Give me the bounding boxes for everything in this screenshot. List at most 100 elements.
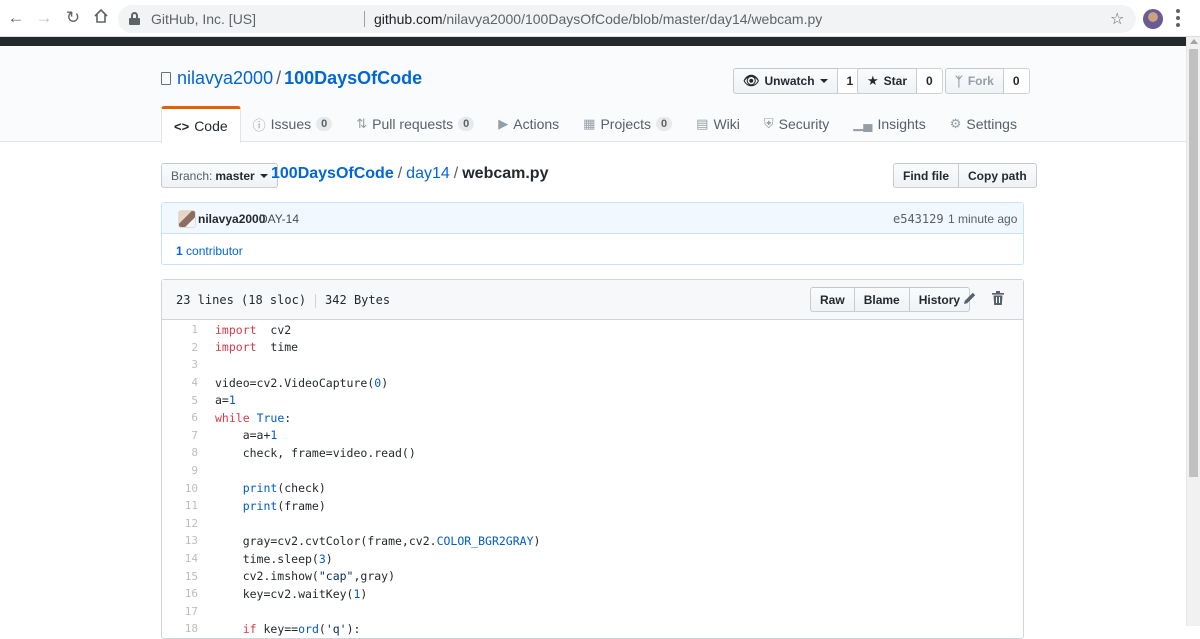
fork-count[interactable]: 0	[1003, 68, 1030, 94]
repo-owner-link[interactable]: nilavya2000	[177, 68, 273, 88]
pencil-icon[interactable]	[963, 291, 979, 307]
line-number[interactable]: 15	[162, 570, 198, 583]
line-number[interactable]: 7	[162, 429, 198, 442]
pull-request-icon: ⇅	[356, 116, 368, 131]
watch-group: 👁 Unwatch 1	[733, 68, 864, 94]
line-content: time.sleep(3)	[215, 551, 333, 566]
code-line: 9	[162, 462, 1023, 480]
github-header-bar	[0, 37, 1186, 46]
line-content: print(frame)	[215, 498, 326, 513]
tab-projects[interactable]: ▦ Projects 0	[571, 106, 684, 142]
code-line: 3	[162, 356, 1023, 374]
tab-insights[interactable]: ▁▄ Insights	[841, 106, 937, 142]
issues-count: 0	[316, 117, 333, 131]
branch-select-button[interactable]: Branch: master	[161, 163, 278, 188]
line-number[interactable]: 13	[162, 534, 198, 547]
line-number[interactable]: 5	[162, 394, 198, 407]
star-button[interactable]: ★ Star	[857, 68, 917, 94]
repo-nav: <> Code ⓘ Issues 0 ⇅ Pull requests 0 ▶ Actions…	[161, 106, 1029, 143]
fork-button[interactable]: ᛉ Fork	[945, 68, 1004, 94]
gear-icon: ⚙	[949, 116, 962, 131]
code-line: 11 print(frame)	[162, 497, 1023, 515]
line-content: print(check)	[215, 481, 326, 496]
tab-security[interactable]: ⛨ Security	[752, 106, 841, 142]
commit-message[interactable]: DAY-14	[259, 212, 299, 226]
line-content: a=a+1	[215, 428, 278, 443]
blame-button[interactable]: Blame	[854, 287, 910, 312]
profile-avatar[interactable]	[1143, 9, 1163, 29]
copy-path-button[interactable]: Copy path	[959, 163, 1037, 188]
commit-sha-link[interactable]: e543129	[893, 212, 944, 226]
fork-group: ᛉ Fork 0	[945, 68, 1030, 94]
commit-author-link[interactable]: nilavya2000	[198, 212, 265, 226]
trash-icon[interactable]	[992, 291, 1008, 307]
file-info: 23 lines (18 sloc) 342 Bytes	[176, 293, 390, 308]
line-number[interactable]: 3	[162, 358, 198, 371]
tab-pull-requests[interactable]: ⇅ Pull requests 0	[344, 106, 486, 142]
tab-issues[interactable]: ⓘ Issues 0	[241, 106, 345, 142]
code-line: 13 gray=cv2.cvtColor(frame,cv2.COLOR_BGR…	[162, 532, 1023, 550]
line-number[interactable]: 2	[162, 341, 198, 354]
url-text: github.com/nilavya2000/100DaysOfCode/blo…	[374, 11, 823, 27]
forward-arrow-icon[interactable]: →	[34, 8, 54, 28]
issue-icon: ⓘ	[252, 117, 266, 133]
code-view: 1 import cv2 2 import time 3 4 video=cv2.Video…	[162, 321, 1023, 638]
line-number[interactable]: 8	[162, 446, 198, 459]
file-viewer: 23 lines (18 sloc) 342 Bytes Raw Blame Hi…	[161, 279, 1024, 639]
find-file-button[interactable]: Find file	[893, 163, 959, 188]
line-number[interactable]: 1	[162, 323, 198, 336]
repo-name-link[interactable]: 100DaysOfCode	[284, 68, 422, 88]
reload-icon[interactable]: ↻	[63, 8, 83, 28]
code-line: 18 if key==ord('q'):	[162, 620, 1023, 638]
line-number[interactable]: 10	[162, 482, 198, 495]
history-button[interactable]: History	[909, 287, 971, 312]
line-number[interactable]: 9	[162, 464, 198, 477]
tab-code[interactable]: <> Code	[161, 106, 241, 143]
fork-icon: ᛉ	[955, 73, 963, 89]
tab-settings[interactable]: ⚙ Settings	[938, 106, 1029, 142]
repo-title: nilavya2000/100DaysOfCode	[177, 68, 423, 88]
line-number[interactable]: 16	[162, 587, 198, 600]
projects-count: 0	[656, 117, 673, 131]
star-count[interactable]: 0	[917, 68, 943, 94]
code-icon: <>	[174, 118, 190, 134]
line-number[interactable]: 14	[162, 552, 198, 565]
commit-time: 1 minute ago	[948, 212, 1018, 226]
tab-wiki[interactable]: ▤ Wiki	[684, 106, 752, 142]
unwatch-button[interactable]: 👁 Unwatch	[733, 68, 838, 94]
line-number[interactable]: 17	[162, 605, 198, 618]
repo-header: nilavya2000/100DaysOfCode 👁 Unwatch 1 ★ St…	[0, 46, 1186, 143]
project-icon: ▦	[583, 116, 596, 131]
lock-icon	[129, 12, 140, 25]
branch-name: master	[215, 168, 255, 183]
raw-button[interactable]: Raw	[810, 287, 855, 312]
code-line: 1 import cv2	[162, 321, 1023, 339]
line-content: check, frame=video.read()	[215, 445, 416, 460]
commit-tease: nilavya2000 DAY-14 e543129 1 minute ago …	[161, 202, 1024, 265]
browser-menu-icon[interactable]	[1176, 9, 1180, 27]
scroll-up-icon[interactable]	[1190, 39, 1198, 44]
home-icon[interactable]	[91, 8, 111, 28]
bookmark-star-icon[interactable]: ☆	[1110, 9, 1124, 29]
line-number[interactable]: 11	[162, 499, 198, 512]
code-line: 8 check, frame=video.read()	[162, 444, 1023, 462]
address-bar[interactable]: GitHub, Inc. [US] github.com/nilavya2000…	[118, 5, 1136, 33]
site-identity: GitHub, Inc. [US]	[151, 11, 257, 27]
line-number[interactable]: 6	[162, 411, 198, 424]
tab-actions[interactable]: ▶ Actions	[486, 106, 571, 142]
scroll-thumb[interactable]	[1189, 49, 1198, 477]
code-line: 4 video=cv2.VideoCapture(0)	[162, 374, 1023, 392]
play-icon: ▶	[498, 116, 509, 131]
line-content: gray=cv2.cvtColor(frame,cv2.COLOR_BGR2GR…	[215, 533, 541, 548]
contributors-link[interactable]: 1 contributor	[176, 244, 243, 258]
line-number[interactable]: 4	[162, 376, 198, 389]
breadcrumb-dir-link[interactable]: day14	[406, 165, 450, 182]
line-number[interactable]: 18	[162, 622, 198, 635]
back-arrow-icon[interactable]: ←	[6, 8, 26, 28]
page-scrollbar[interactable]	[1186, 37, 1200, 626]
author-avatar[interactable]	[178, 210, 196, 228]
line-number[interactable]: 12	[162, 517, 198, 530]
code-line: 14 time.sleep(3)	[162, 550, 1023, 568]
line-content: import time	[215, 340, 299, 355]
breadcrumb-repo-link[interactable]: 100DaysOfCode	[271, 165, 394, 182]
